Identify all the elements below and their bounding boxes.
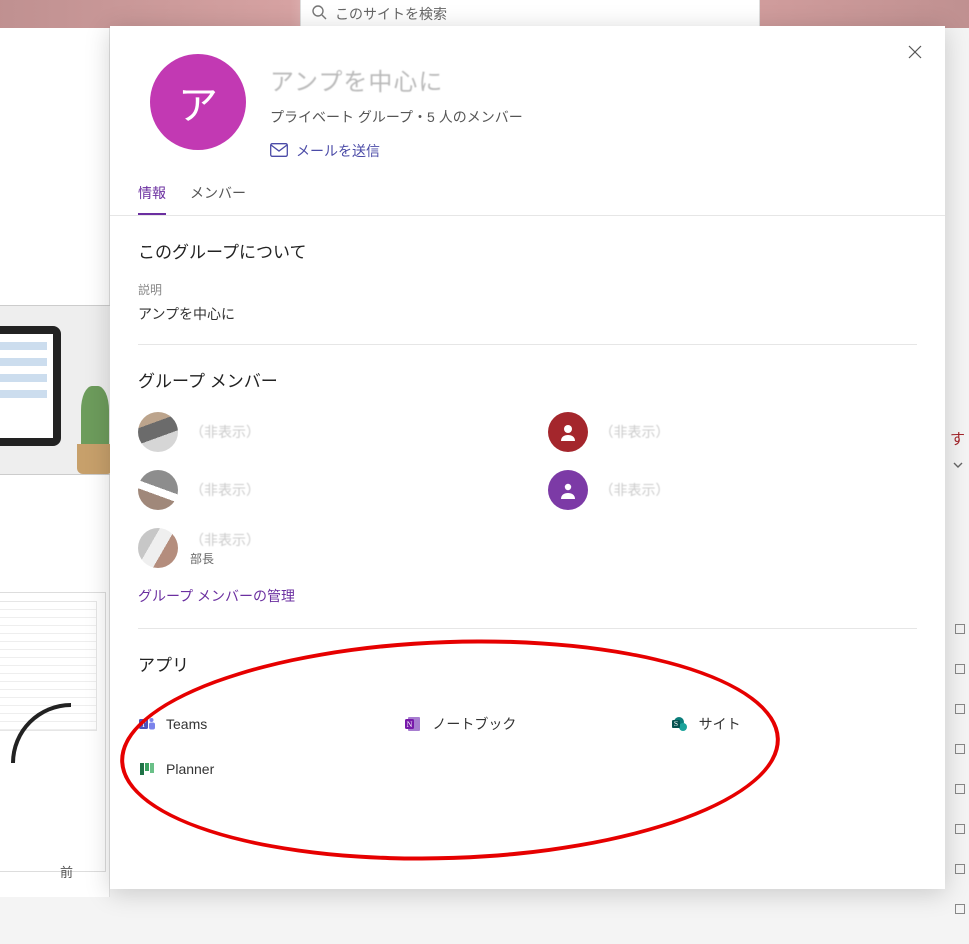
bg-bottom-fragment: 前 [60, 862, 73, 881]
member-name: （非表示） [190, 530, 260, 550]
app-notebook[interactable]: N ノートブック [404, 714, 650, 734]
about-section: このグループについて 説明 アンプを中心に [110, 216, 945, 324]
tab-info[interactable]: 情報 [138, 183, 166, 215]
app-label: Planner [166, 761, 214, 777]
member-item[interactable]: （非表示） [138, 470, 508, 510]
app-label: Teams [166, 716, 207, 732]
tab-members[interactable]: メンバー [190, 183, 246, 215]
avatar [548, 412, 588, 452]
member-item[interactable]: （非表示） [548, 412, 918, 452]
bg-illustration [0, 305, 120, 475]
group-subtitle: プライベート グループ・5 人のメンバー [270, 107, 523, 127]
onenote-icon: N [404, 715, 422, 733]
bg-right-column-header: 日時 [943, 540, 969, 602]
members-heading: グループ メンバー [138, 367, 917, 392]
app-label: ノートブック [432, 714, 516, 734]
search-icon [311, 4, 327, 23]
search-placeholder: このサイトを検索 [335, 4, 447, 24]
app-label: サイト [699, 714, 741, 734]
apps-section: アプリ T Teams N ノートブック S サイト [110, 629, 945, 818]
group-info-panel: ア アンプを中心に プライベート グループ・5 人のメンバー メールを送信 情報… [110, 26, 945, 889]
group-avatar: ア [150, 54, 246, 150]
apps-heading: アプリ [138, 651, 917, 676]
avatar [138, 412, 178, 452]
avatar [138, 528, 178, 568]
close-button[interactable] [901, 38, 929, 66]
members-section: グループ メンバー （非表示） （非表示） （非表示） （非表示） [110, 345, 945, 606]
description-value: アンプを中心に [138, 304, 917, 324]
avatar [548, 470, 588, 510]
chevron-down-icon [951, 458, 965, 477]
app-teams[interactable]: T Teams [138, 714, 384, 734]
member-item[interactable]: （非表示） 部長 [138, 528, 508, 568]
about-heading: このグループについて [138, 238, 917, 263]
member-item[interactable]: （非表示） [548, 470, 918, 510]
svg-text:T: T [141, 720, 146, 729]
svg-text:S: S [674, 719, 678, 728]
planner-icon [138, 760, 156, 778]
bg-right-column: 日時 [943, 540, 965, 944]
panel-tabs: 情報 メンバー [110, 161, 945, 216]
send-mail-link[interactable]: メールを送信 [270, 141, 523, 161]
description-label: 説明 [138, 281, 917, 298]
group-avatar-letter: ア [178, 73, 218, 131]
app-site[interactable]: S サイト [671, 714, 917, 734]
svg-text:N: N [407, 720, 413, 729]
member-name: （非表示） [190, 422, 260, 442]
site-search[interactable]: このサイトを検索 [300, 0, 760, 28]
send-mail-label: メールを送信 [296, 141, 380, 161]
member-item[interactable]: （非表示） [138, 412, 508, 452]
member-name: （非表示） [600, 422, 670, 442]
app-planner[interactable]: Planner [138, 760, 384, 778]
teams-icon: T [138, 715, 156, 733]
avatar [138, 470, 178, 510]
sharepoint-icon: S [671, 715, 689, 733]
member-role: 部長 [190, 550, 260, 567]
bg-right-link-fragment: す [950, 428, 965, 449]
group-title: アンプを中心に [270, 62, 523, 97]
bg-document-thumbnail [0, 592, 106, 872]
mail-icon [270, 143, 288, 160]
manage-members-link[interactable]: グループ メンバーの管理 [138, 586, 917, 606]
member-name: （非表示） [190, 480, 260, 500]
member-name: （非表示） [600, 480, 670, 500]
